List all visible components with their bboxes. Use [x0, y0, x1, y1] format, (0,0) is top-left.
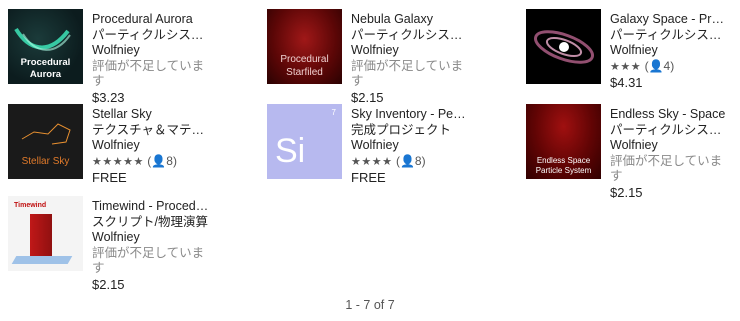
asset-card-galaxy-space[interactable]: Galaxy Space - Procedural パーティクルシステム Wol… — [526, 9, 736, 94]
rating-status: 評価が不足しています — [92, 245, 205, 276]
asset-price: $2.15 — [92, 276, 125, 292]
rating: ★★★ (👤4) — [610, 58, 675, 73]
timewind-logo: Timewind — [14, 202, 47, 209]
aurora-thumbnail[interactable]: Procedural Aurora — [8, 9, 83, 84]
asset-card-stellar-sky[interactable]: Stellar Sky Stellar Sky テクスチャ＆マテリアル Wolf… — [8, 104, 218, 189]
element-number: 7 — [331, 108, 336, 117]
asset-card-timewind[interactable]: Timewind Timewind - Procedural スクリプト/物理演… — [8, 196, 218, 292]
rating-count: 4 — [663, 58, 671, 73]
rating-status: 評価が不足しています — [610, 153, 723, 184]
red-pillar-icon — [30, 214, 52, 258]
rating: ★★★★ (👤8) — [351, 153, 426, 168]
user-icon: 👤 — [151, 153, 167, 168]
asset-title[interactable]: Procedural Aurora — [92, 12, 210, 28]
si-element-thumbnail[interactable]: 7 Si — [267, 104, 342, 179]
rating-count: 8 — [166, 153, 173, 168]
asset-info: Sky Inventory - Periodic 完成プロジェクト Wolfni… — [351, 107, 469, 186]
asset-category[interactable]: パーティクルシステム — [610, 28, 728, 44]
asset-title[interactable]: Galaxy Space - Procedural — [610, 12, 728, 28]
asset-info: Nebula Galaxy パーティクルシステム Wolfniey 評価が不足し… — [351, 12, 469, 105]
pagination-summary: 1 - 7 of 7 — [345, 298, 395, 312]
thumbnail-caption: Stellar Sky — [21, 156, 70, 167]
asset-category[interactable]: テクスチャ＆マテリアル — [92, 123, 210, 139]
asset-publisher[interactable]: Wolfniey — [610, 138, 728, 154]
thumbnail-caption: Procedural Starfiled — [280, 54, 329, 78]
timewind-thumbnail[interactable]: Timewind — [8, 196, 83, 271]
rating-status: 評価が不足しています — [92, 58, 205, 89]
rating: ★★★★★ (👤8) — [92, 153, 177, 168]
star-rating: ★★★★ — [351, 155, 393, 168]
asset-title[interactable]: Stellar Sky — [92, 107, 210, 123]
asset-price: $2.15 — [610, 184, 643, 200]
constellation-icon — [21, 123, 71, 145]
asset-publisher[interactable]: Wolfniey — [351, 138, 469, 154]
asset-info: Procedural Aurora パーティクルシステム Wolfniey 評価… — [92, 12, 210, 105]
thumbnail-caption: Procedural Aurora — [20, 57, 71, 80]
asset-publisher[interactable]: Wolfniey — [351, 43, 469, 59]
asset-price: $2.15 — [351, 89, 384, 105]
asset-card-sky-inventory[interactable]: 7 Si Sky Inventory - Periodic 完成プロジェクト W… — [267, 104, 477, 189]
asset-title[interactable]: Timewind - Procedural — [92, 199, 210, 215]
endless-sky-thumbnail[interactable]: Endless Space Particle System — [526, 104, 601, 179]
stellar-sky-thumbnail[interactable]: Stellar Sky — [8, 104, 83, 179]
asset-category[interactable]: パーティクルシステム — [610, 123, 728, 139]
asset-card-endless-sky[interactable]: Endless Space Particle System Endless Sk… — [526, 104, 736, 200]
rating-status: 評価が不足しています — [351, 58, 464, 89]
asset-publisher[interactable]: Wolfniey — [92, 138, 210, 154]
asset-info: Stellar Sky テクスチャ＆マテリアル Wolfniey ★★★★★ (… — [92, 107, 210, 186]
asset-publisher[interactable]: Wolfniey — [610, 43, 728, 59]
asset-card-nebula-galaxy[interactable]: Procedural Starfiled Nebula Galaxy パーティク… — [267, 9, 477, 105]
asset-category[interactable]: スクリプト/物理演算 — [92, 215, 210, 231]
user-icon: 👤 — [648, 58, 664, 73]
floor-plane-icon — [11, 256, 73, 264]
asset-info: Endless Sky - Space パーティクルシステム Wolfniey … — [610, 107, 728, 200]
asset-category[interactable]: パーティクルシステム — [92, 28, 210, 44]
asset-price: $4.31 — [610, 75, 643, 90]
element-symbol: Si — [275, 132, 306, 170]
asset-info: Galaxy Space - Procedural パーティクルシステム Wol… — [610, 12, 728, 91]
star-rating: ★★★ — [610, 60, 642, 73]
asset-info: Timewind - Procedural スクリプト/物理演算 Wolfnie… — [92, 199, 210, 292]
rating-count: 8 — [414, 153, 422, 168]
asset-category[interactable]: 完成プロジェクト — [351, 123, 469, 139]
asset-price: FREE — [92, 170, 127, 185]
galaxy-thumbnail[interactable] — [526, 9, 601, 84]
star-rating: ★★★★★ — [92, 155, 144, 168]
galaxy-icon — [534, 30, 594, 64]
asset-publisher[interactable]: Wolfniey — [92, 43, 210, 59]
asset-category[interactable]: パーティクルシステム — [351, 28, 469, 44]
nebula-thumbnail[interactable]: Procedural Starfiled — [267, 9, 342, 84]
asset-price: $3.23 — [92, 89, 125, 105]
thumbnail-caption: Endless Space Particle System — [535, 156, 592, 175]
asset-publisher[interactable]: Wolfniey — [92, 230, 210, 246]
asset-title[interactable]: Sky Inventory - Periodic — [351, 107, 469, 123]
user-icon: 👤 — [399, 153, 415, 168]
asset-title[interactable]: Endless Sky - Space — [610, 107, 728, 123]
asset-price: FREE — [351, 170, 386, 185]
asset-title[interactable]: Nebula Galaxy — [351, 12, 469, 28]
asset-card-procedural-aurora[interactable]: Procedural Aurora Procedural Aurora パーティ… — [8, 9, 218, 105]
